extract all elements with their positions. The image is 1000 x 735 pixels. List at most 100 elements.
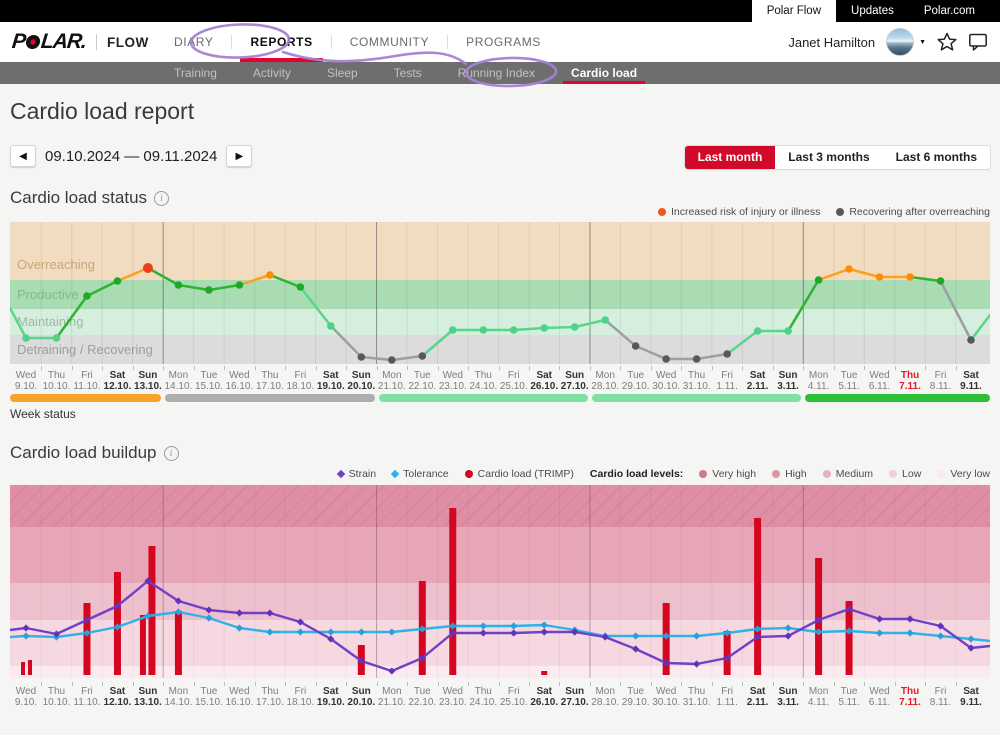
axis-date: 12.10. (102, 697, 133, 708)
axis-date: 17.10. (254, 697, 285, 708)
date-navigator: ◀ 09.10.2024 — 09.11.2024 ▶ (10, 145, 252, 167)
axis-label-fri-25-10: Fri25.10. (498, 370, 529, 392)
axis-day: Fri (925, 686, 956, 697)
status-section-head: Cardio load status i (10, 188, 169, 208)
legend-label: Tolerance (403, 468, 449, 480)
user-name[interactable]: Janet Hamilton (788, 35, 875, 50)
info-icon[interactable]: i (154, 191, 169, 206)
axis-label-mon-28-10: Mon28.10. (590, 686, 621, 708)
status-point (601, 316, 609, 324)
status-chart-x-axis: Wed9.10.Thu10.10.Fri11.10.Sat12.10.Sun13… (0, 366, 1000, 392)
axis-date: 9.10. (11, 381, 42, 392)
axis-date: 9.11. (956, 697, 987, 708)
polar-logo[interactable]: PLAR. FLOW (12, 22, 149, 62)
subnav-item-cardio-load[interactable]: Cardio load (553, 62, 655, 84)
menu-item-programs[interactable]: PROGRAMS (448, 22, 559, 62)
status-point (723, 350, 731, 358)
period-button-last-3-months[interactable]: Last 3 months (775, 146, 882, 169)
axis-date: 22.10. (407, 381, 438, 392)
subnav-item-sleep[interactable]: Sleep (309, 62, 376, 84)
prev-period-button[interactable]: ◀ (10, 145, 36, 167)
polar-logo-text: PLAR. (11, 30, 88, 54)
avatar[interactable] (886, 28, 914, 56)
subnav-item-training[interactable]: Training (156, 62, 235, 84)
axis-date: 24.10. (468, 381, 499, 392)
axis-date: 7.11. (895, 381, 926, 392)
week-segment-overreaching (10, 394, 161, 402)
menu-item-community[interactable]: COMMUNITY (332, 22, 447, 62)
topbar-tab-polar-com[interactable]: Polar.com (909, 0, 990, 22)
next-period-button[interactable]: ▶ (226, 145, 252, 167)
status-point (784, 327, 792, 335)
trimp-bar (28, 660, 32, 675)
info-icon[interactable]: i (164, 446, 179, 461)
subnav-item-tests[interactable]: Tests (376, 62, 440, 84)
axis-day: Sat (956, 686, 987, 697)
axis-label-thu-7-11: Thu7.11. (895, 370, 926, 392)
axis-label-sat-9-11: Sat9.11. (956, 686, 987, 708)
favorites-star-icon[interactable] (937, 32, 957, 52)
trimp-bar (83, 603, 90, 675)
legend-label: Strain (349, 468, 376, 480)
status-point (266, 271, 274, 279)
period-button-last-month[interactable]: Last month (685, 146, 776, 169)
axis-day: Wed (224, 686, 255, 697)
axis-day: Tue (407, 370, 438, 381)
axis-date: 9.10. (11, 697, 42, 708)
axis-day: Sat (529, 686, 560, 697)
axis-date: 4.11. (803, 381, 834, 392)
axis-label-mon-4-11: Mon4.11. (803, 370, 834, 392)
status-point (632, 342, 640, 350)
axis-label-sun-3-11: Sun3.11. (773, 370, 804, 392)
axis-day: Mon (803, 686, 834, 697)
header-right: Janet Hamilton ▼ (788, 22, 988, 62)
topbar-tab-polar-flow[interactable]: Polar Flow (752, 0, 836, 22)
axis-day: Thu (254, 686, 285, 697)
axis-label-wed-16-10: Wed16.10. (224, 686, 255, 708)
axis-day: Fri (712, 370, 743, 381)
topbar-tab-updates[interactable]: Updates (836, 0, 909, 22)
axis-day: Sat (102, 370, 133, 381)
axis-label-tue-5-11: Tue5.11. (834, 686, 865, 708)
subnav-item-activity[interactable]: Activity (235, 62, 309, 84)
axis-label-fri-11-10: Fri11.10. (71, 686, 102, 708)
axis-day: Mon (590, 370, 621, 381)
axis-date: 8.11. (925, 697, 956, 708)
axis-label-wed-6-11: Wed6.11. (864, 686, 895, 708)
subnav-item-running-index[interactable]: Running Index (440, 62, 553, 84)
axis-day: Sun (132, 686, 163, 697)
axis-day: Sat (102, 686, 133, 697)
status-point (571, 323, 579, 331)
axis-label-thu-17-10: Thu17.10. (254, 686, 285, 708)
axis-label-sun-13-10: Sun13.10. (132, 686, 163, 708)
feedback-bubble-icon[interactable] (968, 32, 988, 52)
main-menu: DIARYREPORTSCOMMUNITYPROGRAMS (156, 22, 559, 62)
axis-day: Tue (834, 370, 865, 381)
menu-item-reports[interactable]: REPORTS (232, 22, 330, 62)
axis-label-wed-6-11: Wed6.11. (864, 370, 895, 392)
status-point (83, 292, 91, 300)
week-segment-maintaining (592, 394, 801, 402)
legend-label: Recovering after overreaching (849, 206, 990, 218)
legend-label: Medium (836, 468, 873, 480)
axis-date: 18.10. (285, 697, 316, 708)
axis-label-sat-12-10: Sat12.10. (102, 370, 133, 392)
axis-date: 19.10. (315, 381, 346, 392)
axis-label-tue-22-10: Tue22.10. (407, 370, 438, 392)
axis-date: 13.10. (132, 381, 163, 392)
axis-date: 12.10. (102, 381, 133, 392)
trimp-bar (724, 631, 731, 675)
status-point (175, 281, 183, 289)
axis-day: Tue (620, 370, 651, 381)
legend-item-strain: Strain (338, 468, 376, 480)
axis-label-sat-2-11: Sat2.11. (742, 370, 773, 392)
axis-label-sat-9-11: Sat9.11. (956, 370, 987, 392)
period-button-last-6-months[interactable]: Last 6 months (883, 146, 990, 169)
axis-date: 13.10. (132, 697, 163, 708)
axis-date: 21.10. (376, 381, 407, 392)
menu-item-diary[interactable]: DIARY (156, 22, 231, 62)
chevron-down-icon[interactable]: ▼ (919, 39, 926, 46)
axis-day: Fri (285, 686, 316, 697)
legend-label: Very low (950, 468, 990, 480)
trimp-bar (148, 546, 155, 675)
